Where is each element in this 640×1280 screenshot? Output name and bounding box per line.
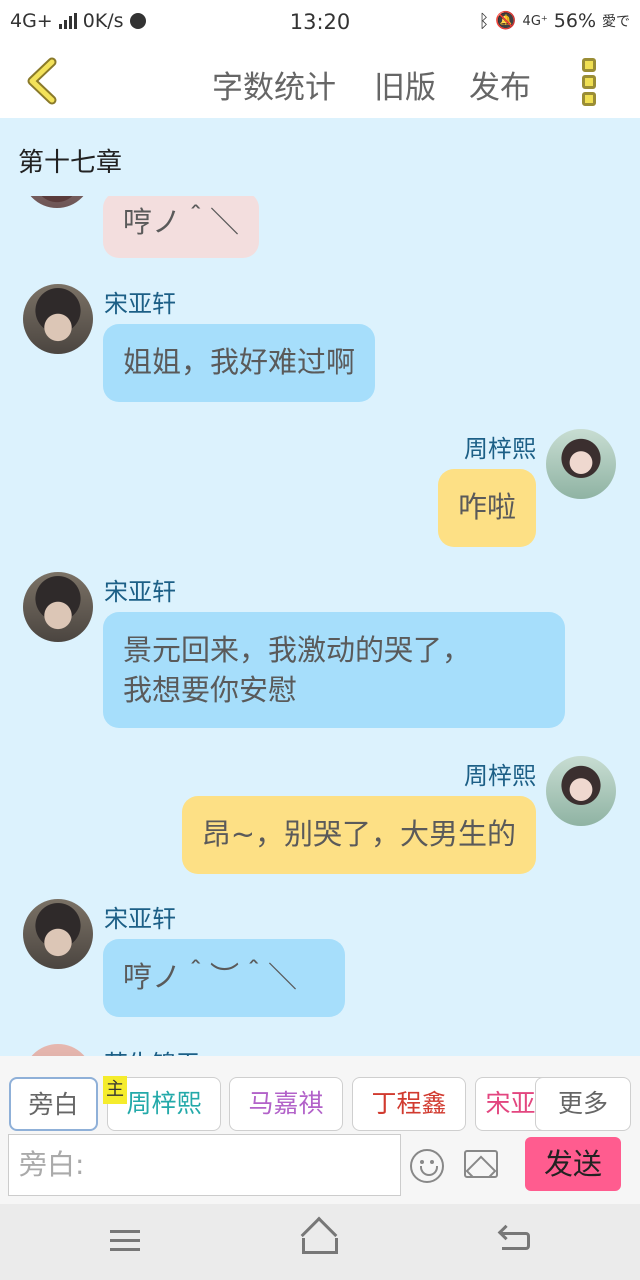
message-bubble[interactable]: 哼ノ＾＼	[103, 196, 260, 258]
message-bubble[interactable]: 景元回来，我激动的哭了， 我想要你安慰	[103, 612, 565, 728]
message-line: 景元回来，我激动的哭了，	[123, 633, 472, 667]
word-count-button[interactable]: 字数统计	[212, 62, 336, 107]
sender-name: 宋亚轩	[104, 290, 176, 318]
more-roles-button[interactable]: 更多	[535, 1077, 631, 1131]
home-icon[interactable]	[300, 1216, 340, 1258]
avatar[interactable]	[546, 756, 616, 826]
avatar[interactable]	[23, 1044, 93, 1056]
host-badge: 主	[103, 1076, 127, 1104]
publish-button[interactable]: 发布	[469, 62, 531, 107]
send-button[interactable]: 发送	[525, 1137, 621, 1191]
chat-area[interactable]: 哼ノ＾＼ 宋亚轩 姐姐，我好难过啊 周梓熙 咋啦 宋亚轩 景元回来，我激动的哭了…	[0, 196, 640, 1056]
message-bubble[interactable]: 昂~，别哭了，大男生的	[181, 796, 536, 874]
role-chip-narration[interactable]: 旁白	[9, 1077, 98, 1131]
back-icon[interactable]	[18, 56, 68, 106]
battery-level: 56%	[553, 10, 596, 32]
sender-name: 宋亚轩	[104, 905, 176, 933]
chapter-title[interactable]: 第十七章	[18, 142, 122, 179]
message-bubble[interactable]: 咋啦	[437, 469, 536, 547]
mute-icon: 🔕	[495, 11, 517, 31]
sender-name: 周梓熙	[464, 762, 536, 790]
message-input[interactable]: 旁白:	[8, 1134, 401, 1196]
avatar[interactable]	[22, 196, 92, 208]
top-toolbar: 字数统计 旧版 发布	[0, 44, 640, 118]
sender-name: 苏生锦玉	[104, 1044, 200, 1056]
avatar[interactable]	[23, 899, 93, 969]
emoji-icon[interactable]	[410, 1149, 444, 1183]
return-icon[interactable]	[496, 1226, 536, 1258]
sender-name: 宋亚轩	[104, 578, 176, 606]
message-bubble[interactable]: 哼ノ＾︶＾＼	[103, 939, 345, 1017]
avatar[interactable]	[546, 429, 616, 499]
menu-icon[interactable]	[105, 1226, 145, 1258]
image-icon[interactable]	[464, 1150, 498, 1178]
chapter-bar: 第十七章	[0, 118, 640, 198]
old-version-button[interactable]: 旧版	[374, 62, 436, 107]
message-line: 我想要你安慰	[123, 673, 298, 707]
carrier-label: 愛で	[602, 14, 630, 30]
avatar[interactable]	[23, 284, 93, 354]
role-chip-ma[interactable]: 马嘉祺	[229, 1077, 343, 1131]
sender-name: 周梓熙	[464, 435, 536, 463]
compose-panel: 旁白 周梓熙 主 马嘉祺 丁程鑫 宋亚 更多 旁白: 发送	[0, 1056, 640, 1204]
network-type-right: 4G⁺	[522, 13, 548, 29]
system-nav-bar	[0, 1204, 640, 1280]
more-options-icon[interactable]	[574, 54, 604, 110]
bluetooth-icon: ᛒ	[478, 10, 490, 32]
avatar[interactable]	[23, 572, 93, 642]
status-bar: 4G+ 0K/s 13:20 ᛒ 🔕 4G⁺ 56% 愛で	[0, 0, 640, 44]
role-chip-ding[interactable]: 丁程鑫	[352, 1077, 466, 1131]
message-bubble[interactable]: 姐姐，我好难过啊	[103, 324, 376, 402]
